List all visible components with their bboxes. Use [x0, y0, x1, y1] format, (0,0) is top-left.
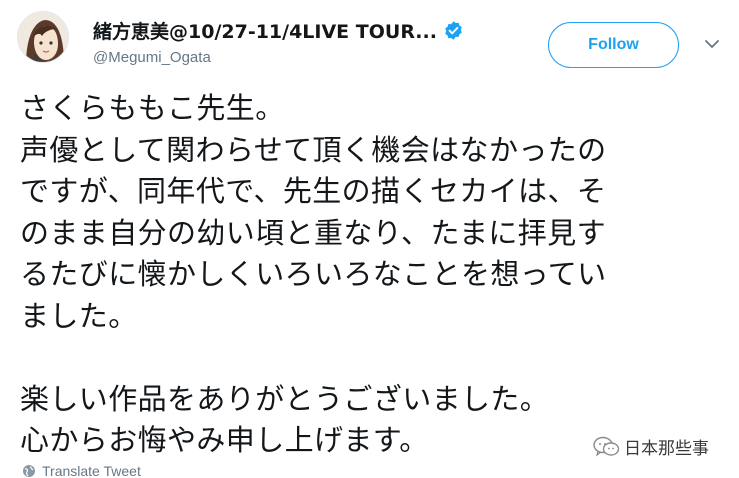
tweet-line: 声優として関わらせて頂く機会はなかったの — [20, 132, 607, 167]
user-handle[interactable]: @Megumi_Ogata — [93, 49, 211, 66]
wechat-icon — [593, 436, 620, 456]
tweet-line: るたびに懐かしくいろいろなことを想ってい — [20, 257, 607, 291]
tweet-line: ました。 — [20, 298, 138, 333]
tweet-line: ですが、同年代で、先生の描くセカイは、そ — [20, 174, 607, 208]
watermark-text: 日本那些事 — [624, 439, 709, 459]
user-avatar[interactable] — [17, 11, 69, 63]
verified-badge-icon — [445, 20, 462, 40]
tweet-line: 楽しい作品をありがとうございました。 — [20, 381, 550, 416]
tweet-text: さくらももこ先生。 声優として関わらせて頂く機会はなかったの ですが、同年代で、… — [20, 88, 730, 462]
avatar-illustration — [18, 12, 68, 62]
chevron-down-icon[interactable] — [703, 37, 721, 51]
tweet-line: さくらももこ先生。 — [20, 91, 285, 125]
translate-tweet-link[interactable]: Translate Tweet — [22, 463, 141, 478]
tweet-header: 緒方恵美@10/27-11/4LIVE TOUR... @Megumi_Ogat… — [0, 0, 739, 86]
translate-tweet-label[interactable]: Translate Tweet — [42, 463, 141, 478]
watermark: 日本那些事 — [592, 434, 709, 459]
display-name-row: 緒方恵美@10/27-11/4LIVE TOUR... — [93, 17, 464, 43]
display-name[interactable]: 緒方恵美@10/27-11/4LIVE TOUR... — [93, 17, 437, 44]
tweet-line: のまま自分の幼い頃と重なり、たまに拝見す — [20, 215, 606, 250]
follow-button[interactable]: Follow — [548, 22, 679, 68]
globe-icon — [23, 465, 35, 477]
